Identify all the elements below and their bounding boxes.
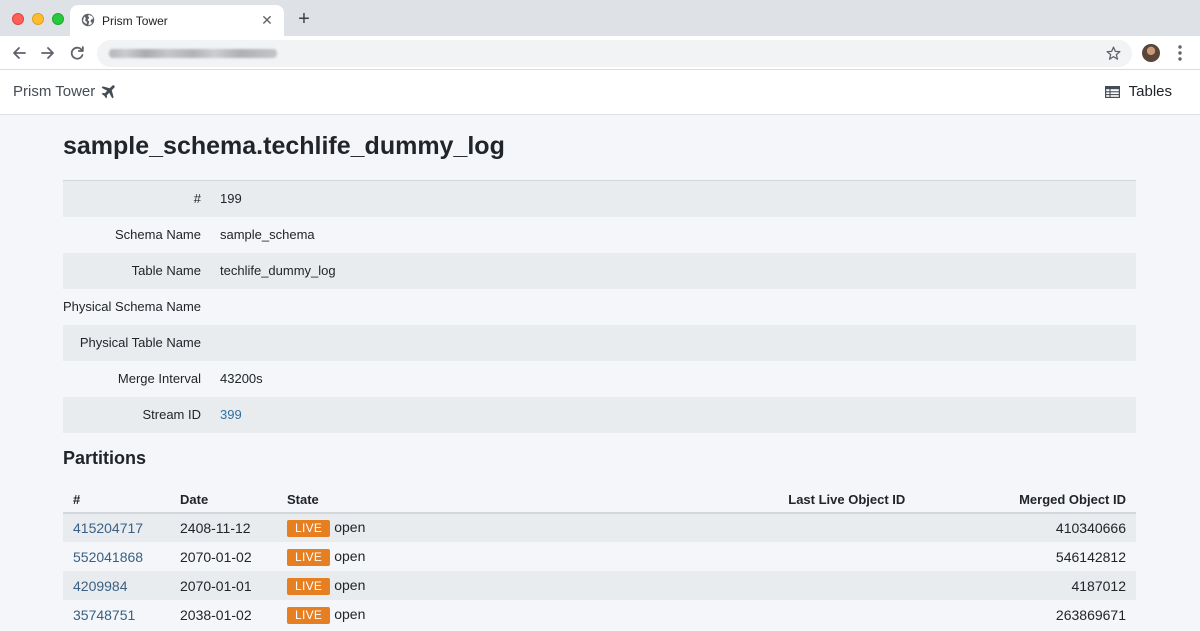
column-header-last-live-object-id: Last Live Object ID [677, 486, 916, 514]
back-arrow-icon[interactable] [8, 42, 30, 64]
partition-date: 2070-01-02 [180, 548, 252, 565]
state-text: open [334, 519, 366, 535]
partition-id-link[interactable]: 35748751 [63, 600, 170, 629]
address-bar[interactable] [97, 40, 1132, 67]
detail-label: Schema Name [115, 227, 201, 242]
detail-label: Merge Interval [117, 371, 201, 386]
column-header-id: # [63, 486, 170, 514]
browser-toolbar [0, 36, 1200, 70]
detail-row-stream-id: Stream ID 399 [63, 396, 1136, 433]
last-live-object-id [677, 542, 915, 571]
partition-id-link[interactable]: 552041868 [63, 542, 170, 571]
merged-object-id: 4187012 [915, 571, 1136, 600]
merged-object-id: 410340666 [915, 513, 1136, 542]
detail-value: techlife_dummy_log [215, 252, 1136, 289]
blurred-url [109, 49, 277, 58]
detail-row-id: # 199 [63, 180, 1136, 217]
live-badge: LIVE [287, 577, 331, 595]
kebab-menu-icon[interactable] [1172, 43, 1188, 63]
detail-label: Physical Table Name [63, 324, 215, 361]
table-row: 4209984 2070-01-01 LIVE open 4187012 [63, 571, 1136, 600]
tables-nav-link[interactable]: Tables [1104, 83, 1172, 100]
tables-label: Tables [1128, 83, 1172, 100]
detail-label: Table Name [63, 252, 215, 289]
last-live-object-id [677, 513, 916, 542]
partition-id-link[interactable]: 4209984 [63, 571, 170, 600]
last-live-object-id [677, 571, 916, 600]
page-title: sample_schema.techlife_dummy_log [63, 132, 505, 160]
state-text: open [334, 576, 366, 593]
partition-date: 2070-01-01 [170, 571, 277, 600]
window-close-button[interactable] [12, 13, 24, 25]
partitions-heading: Partitions [63, 448, 147, 468]
detail-value: 43200s [220, 371, 263, 386]
detail-row-physical-table-name: Physical Table Name [63, 324, 1136, 361]
live-badge: LIVE [287, 520, 331, 537]
partition-state: LIVE open [277, 600, 677, 629]
brand-name: Prism Tower [13, 83, 96, 100]
tab-title: Prism Tower [102, 14, 168, 28]
airplane-icon [101, 84, 115, 98]
live-badge: LIVE [287, 548, 331, 566]
bookmark-star-icon[interactable] [1105, 45, 1122, 62]
tab-close-button[interactable]: ✕ [259, 12, 275, 28]
merged-object-id: 263869671 [1055, 606, 1126, 623]
app-navbar: Prism Tower Tables [0, 70, 1200, 115]
table-details: # 199 Schema Name sample_schema Table Na… [63, 180, 1136, 433]
detail-value [215, 324, 1136, 361]
brand-link[interactable]: Prism Tower [13, 83, 116, 100]
partitions-header-row: # Date State Last Live Object ID Merged … [63, 486, 1136, 514]
page-viewport: Prism Tower Tables sample_schema.techlif… [0, 70, 1200, 631]
detail-row-physical-schema-name: Physical Schema Name [63, 289, 1136, 325]
table-row: 35748751 2038-01-02 LIVE open 263869671 [63, 600, 1136, 629]
browser-tab[interactable]: Prism Tower ✕ [70, 5, 284, 36]
detail-value [215, 289, 1136, 325]
state-text: open [334, 605, 366, 622]
column-header-date: Date [170, 486, 277, 514]
window-zoom-button[interactable] [52, 13, 64, 25]
partitions-table: # Date State Last Live Object ID Merged … [63, 486, 1136, 629]
forward-arrow-icon[interactable] [37, 42, 59, 64]
state-text: open [334, 547, 366, 564]
detail-label: Physical Schema Name [63, 299, 201, 314]
new-tab-button[interactable]: + [294, 9, 314, 29]
last-live-object-id [677, 600, 915, 629]
partition-state: LIVE open [277, 513, 677, 542]
table-row: 552041868 2070-01-02 LIVE open 546142812 [63, 542, 1136, 571]
column-header-state: State [277, 486, 677, 514]
partition-date: 2038-01-02 [180, 606, 252, 623]
partition-date: 2408-11-12 [170, 513, 277, 542]
live-badge: LIVE [287, 606, 331, 624]
reload-icon[interactable] [66, 42, 88, 64]
partition-state: LIVE open [277, 542, 677, 571]
detail-row-table-name: Table Name techlife_dummy_log [63, 252, 1136, 289]
stream-id-link[interactable]: 399 [220, 407, 242, 422]
detail-label: Stream ID [63, 396, 215, 433]
partition-state: LIVE open [277, 571, 677, 600]
detail-row-schema-name: Schema Name sample_schema [63, 217, 1136, 253]
table-row: 415204717 2408-11-12 LIVE open 410340666 [63, 513, 1136, 542]
merged-object-id: 546142812 [1055, 548, 1126, 565]
table-icon [1104, 85, 1120, 98]
detail-value: 199 [215, 180, 1136, 217]
detail-label: # [63, 180, 215, 217]
column-header-merged-object-id: Merged Object ID [915, 486, 1136, 514]
partition-id-link[interactable]: 415204717 [63, 513, 170, 542]
window-minimize-button[interactable] [32, 13, 44, 25]
profile-avatar[interactable] [1142, 44, 1160, 62]
detail-row-merge-interval: Merge Interval 43200s [63, 361, 1136, 397]
globe-icon [81, 13, 95, 27]
detail-value: sample_schema [220, 227, 315, 242]
browser-tabstrip: Prism Tower ✕ + [0, 0, 1200, 36]
detail-value: 399 [215, 396, 1136, 433]
